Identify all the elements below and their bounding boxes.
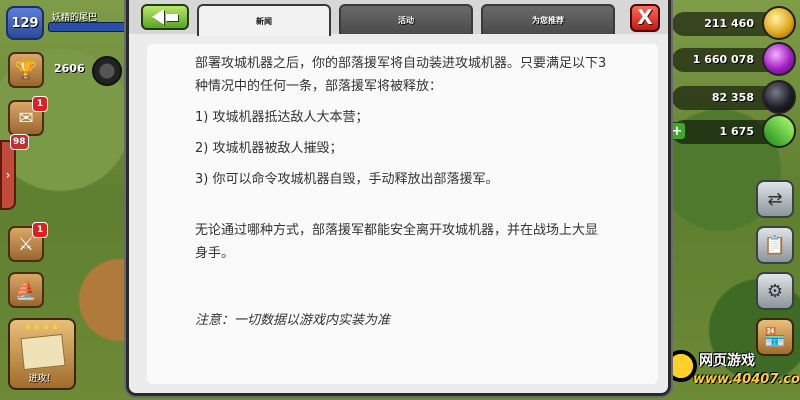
gems-amount: 1 675 (719, 125, 754, 138)
news-item-3: 3) 你可以命令攻城机器自毁，手动释放出部落援军。 (195, 172, 499, 187)
news-item-1: 1) 攻城机器抵达敌人大本营； (195, 110, 369, 125)
tab-events-label: 活动 (398, 15, 414, 25)
stars-icon: ★★★★ (23, 323, 61, 333)
gems-counter: + 1 675 (668, 106, 800, 156)
chevron-right-icon: › (5, 168, 11, 182)
news-summary: 无论通过哪种方式，部落援军都能安全离开攻城机器，并在战场上大显身手。 (195, 223, 599, 261)
layout-button[interactable]: ⇄ (756, 180, 794, 218)
gold-icon (762, 6, 796, 40)
dark-elixir-counter: 82 358 (672, 80, 796, 114)
arrows-icon: ⇄ (767, 188, 783, 210)
tab-recommended-label: 为您推荐 (532, 15, 564, 25)
builder-boat-button[interactable]: ⛵ (8, 272, 44, 308)
watermark-title: 网页游戏 (699, 353, 755, 369)
player-level: 129 (11, 15, 39, 31)
elixir-amount: 1 660 078 (692, 53, 754, 66)
news-item-2: 2) 攻城机器被敌人摧毁； (195, 141, 343, 156)
news-content: 部署攻城机器之后，你的部落援军将自动装进攻城机器。只要满足以下3种情况中的任何一… (147, 44, 658, 384)
dark-elixir-icon (762, 80, 796, 114)
shop-icon: 🏪 (763, 326, 787, 348)
back-arrow-icon (152, 9, 164, 25)
tab-events[interactable]: 活动 (339, 4, 473, 34)
experience-bar (48, 22, 128, 32)
tab-recommended[interactable]: 为您推荐 (481, 4, 615, 34)
side-tab-badge: 98 (10, 134, 29, 150)
back-button[interactable] (141, 4, 189, 30)
site-watermark: 网页游戏 www.40407.com (663, 346, 800, 398)
trophy-count: 2606 (54, 62, 85, 75)
close-button[interactable]: X (630, 4, 660, 32)
elixir-counter: 1 660 078 (672, 42, 796, 76)
clan-war-button[interactable]: ⚔ 1 (8, 222, 48, 262)
mail-icon: ✉ (18, 107, 34, 129)
side-panel-tab[interactable]: › 98 (0, 134, 29, 210)
tab-strip: 新闻 活动 为您推荐 X (129, 0, 668, 36)
mail-badge: 1 (32, 96, 48, 112)
gold-amount: 211 460 (704, 17, 754, 30)
dark-elixir-amount: 82 358 (711, 91, 754, 104)
gold-counter: 211 460 (672, 6, 796, 40)
tab-news-label: 新闻 (256, 16, 272, 26)
news-dialog: 新闻 活动 为您推荐 X 部署攻城机器之后，你的部落援军将自动装进攻城机器。只要… (126, 0, 671, 396)
crossed-swords-icon: ⚔ (17, 233, 35, 255)
attack-button[interactable]: ★★★★ 进攻！ (8, 318, 76, 390)
news-intro: 部署攻城机器之后，你的部落援军将自动装进攻城机器。只要满足以下3种情况中的任何一… (195, 56, 607, 94)
back-arrow-tail (166, 13, 178, 21)
achievements-button[interactable]: 📋 (756, 226, 794, 264)
clipboard-icon: 📋 (763, 234, 787, 256)
settings-button[interactable]: ⚙ (756, 272, 794, 310)
boat-icon: ⛵ (14, 279, 38, 301)
trophy-button[interactable]: 🏆 (8, 52, 44, 88)
league-icon[interactable] (92, 56, 122, 86)
watermark-url: www.40407.com (693, 372, 800, 387)
attack-label: 进攻！ (28, 374, 56, 384)
map-icon (20, 333, 66, 371)
tab-news[interactable]: 新闻 (197, 4, 331, 36)
mail-button[interactable]: ✉ 1 (8, 96, 48, 136)
gear-icon: ⚙ (766, 280, 784, 302)
clan-war-badge: 1 (32, 222, 48, 238)
elixir-icon (762, 42, 796, 76)
news-note: 注意：一切数据以游戏内实装为准 (195, 313, 391, 328)
trophy-icon: 🏆 (14, 59, 38, 81)
close-icon: X (637, 5, 653, 29)
player-level-badge[interactable]: 129 (6, 6, 44, 40)
